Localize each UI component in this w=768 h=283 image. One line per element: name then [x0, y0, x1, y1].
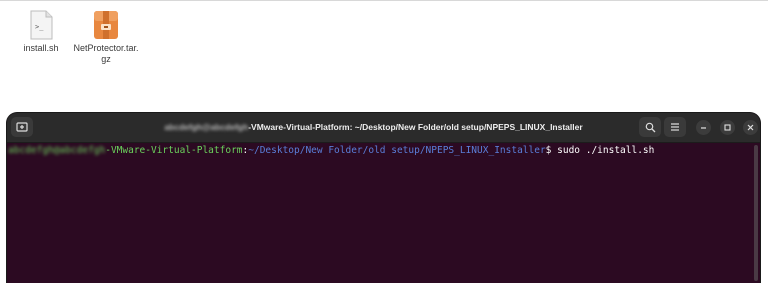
file-install-sh[interactable]: >_ install.sh — [6, 10, 76, 54]
archive-icon — [94, 11, 118, 39]
maximize-icon — [724, 124, 731, 131]
terminal-output[interactable]: abcdefgh@abcdefgh-VMware-Virtual-Platfor… — [7, 143, 753, 283]
prompt-path: ~/Desktop/New Folder/old setup/NPEPS_LIN… — [248, 145, 546, 156]
terminal-scrollbar[interactable] — [754, 145, 758, 281]
file-label: NetProtector.tar.gz — [73, 43, 139, 64]
search-icon — [645, 122, 655, 132]
minimize-icon — [701, 127, 706, 129]
new-tab-icon — [16, 122, 28, 132]
close-icon — [747, 124, 754, 131]
search-button[interactable] — [639, 117, 661, 137]
title-username-blurred: abcdefgh@abcdefgh — [164, 122, 249, 132]
hamburger-menu-icon — [671, 123, 679, 131]
terminal-window[interactable]: abcdefgh@abcdefgh-VMware-Virtual-Platfor… — [7, 113, 760, 283]
file-netprotector-archive[interactable]: NetProtector.tar.gz — [71, 10, 141, 65]
prompt-hostname: -VMware-Virtual-Platform — [105, 145, 243, 156]
minimize-button[interactable] — [696, 120, 711, 135]
shell-script-icon: >_ — [30, 10, 53, 40]
close-button[interactable] — [743, 120, 758, 135]
svg-text:>_: >_ — [35, 23, 44, 31]
top-border — [0, 0, 768, 1]
title-host-path: -VMware-Virtual-Platform: ~/Desktop/New … — [248, 122, 583, 132]
terminal-title: abcdefgh@abcdefgh-VMware-Virtual-Platfor… — [157, 113, 590, 142]
prompt-username-blurred: abcdefgh@abcdefgh — [8, 145, 106, 156]
new-tab-button[interactable] — [11, 117, 33, 137]
prompt-user-host: abcdefgh@abcdefgh-VMware-Virtual-Platfor… — [8, 145, 243, 156]
menu-button[interactable] — [664, 117, 686, 137]
maximize-button[interactable] — [720, 120, 735, 135]
desktop: >_ install.sh NetProtector.tar.gz abcdef… — [0, 0, 768, 283]
terminal-titlebar[interactable]: abcdefgh@abcdefgh-VMware-Virtual-Platfor… — [7, 113, 760, 143]
typed-command: sudo ./install.sh — [551, 145, 655, 156]
file-label: install.sh — [23, 43, 59, 53]
